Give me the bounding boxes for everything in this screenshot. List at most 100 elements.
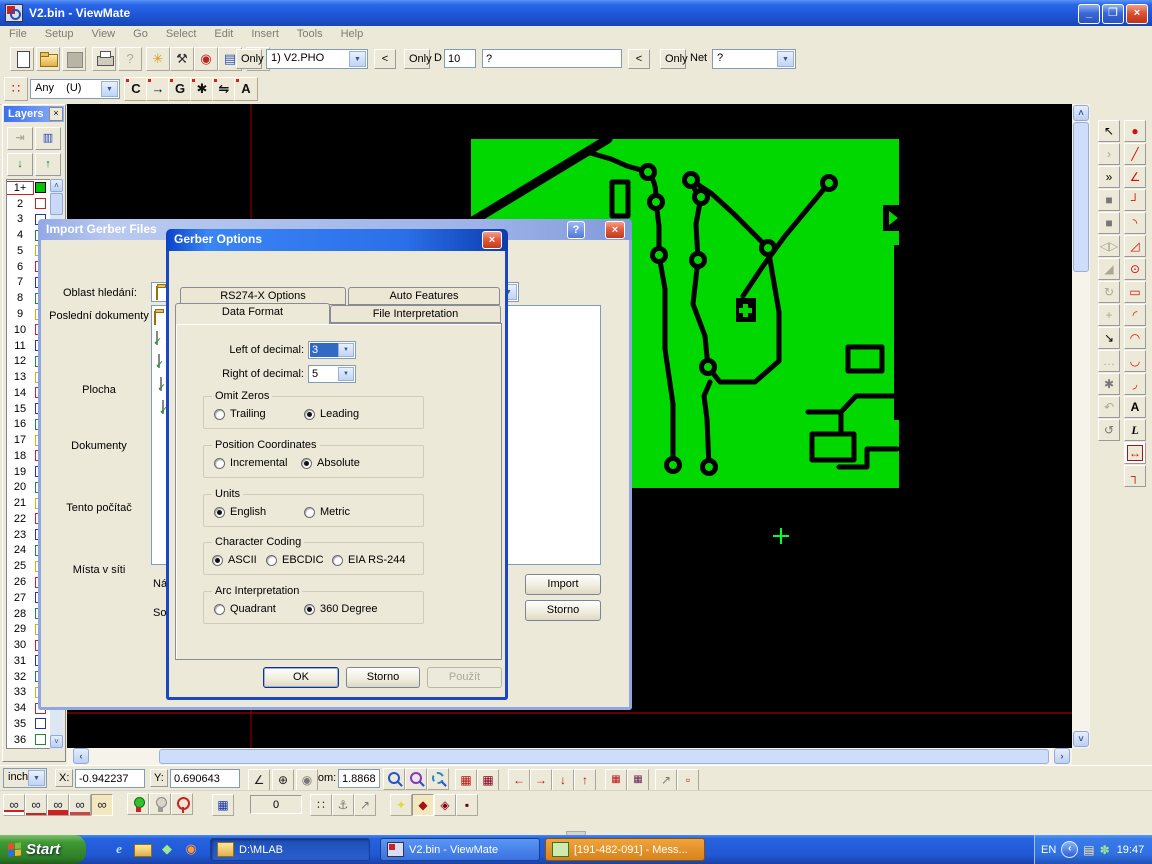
save-icon[interactable]	[62, 47, 86, 71]
grid-icon[interactable]: ▦	[477, 769, 499, 791]
highlight-outline-icon[interactable]	[171, 793, 193, 815]
chevron-down-icon[interactable]: ▼	[349, 51, 366, 67]
view-flashes-icon[interactable]: ∞	[47, 794, 69, 816]
layer-select-combo[interactable]: 1) V2.PHO ▼	[266, 49, 368, 69]
gerber-file-icon[interactable]	[156, 331, 158, 345]
view-traces-icon[interactable]: ∞	[69, 794, 91, 816]
step-repeat-tool-icon[interactable]: …	[1098, 350, 1120, 372]
gerber-dialog-titlebar[interactable]: Gerber Options	[166, 229, 508, 251]
pad-flash-tool-icon[interactable]: ●	[1124, 120, 1146, 142]
resize-icon[interactable]: ↗	[655, 769, 677, 791]
apply-button[interactable]: Použít	[427, 667, 502, 688]
chevron-down-icon[interactable]: ▼	[338, 343, 354, 357]
angle-icon[interactable]: ∠	[248, 769, 270, 791]
grid-origin-icon[interactable]: ▦	[455, 769, 477, 791]
firefox-icon[interactable]: ◉	[182, 840, 200, 858]
canvas-horizontal-scrollbar[interactable]: ‹ ›	[67, 748, 1072, 765]
arc4-tool-icon[interactable]: ◞	[1124, 373, 1146, 395]
radio-option[interactable]: EIA RS-244	[332, 554, 405, 566]
rotate-tool-icon[interactable]: ↻	[1098, 281, 1120, 303]
place-documents[interactable]: Dokumenty	[47, 438, 151, 452]
scroll-left-icon[interactable]: ‹	[73, 748, 89, 764]
right-of-decimal-combo[interactable]: 5 ▼	[308, 365, 356, 383]
layer-row[interactable]: 1+	[7, 180, 51, 196]
dots-grid-icon[interactable]: ∷	[310, 794, 332, 816]
menu-setup[interactable]: Setup	[36, 26, 83, 42]
y-coordinate[interactable]	[170, 769, 240, 788]
gerber-file-icon[interactable]	[162, 400, 164, 414]
mirror-tool-icon[interactable]: ◁▷	[1098, 235, 1120, 257]
radio-option[interactable]: English	[214, 506, 266, 518]
arc-line-tool-icon[interactable]: ◜	[1124, 304, 1146, 326]
tray-clipboard-icon[interactable]: ▤	[1083, 843, 1094, 857]
layers-scroll-thumb[interactable]	[50, 193, 63, 215]
language-indicator[interactable]: EN	[1041, 844, 1056, 856]
place-network[interactable]: Místa v síti	[47, 562, 151, 576]
radio-option[interactable]: Trailing	[214, 408, 266, 420]
layer-row[interactable]: 35	[7, 716, 51, 732]
only-net-button[interactable]: Only	[660, 49, 686, 69]
horizontal-scroll-thumb[interactable]	[159, 749, 1049, 764]
text-tool-icon[interactable]: A	[1124, 396, 1146, 418]
place-recent-documents[interactable]: Poslední dokumenty	[47, 308, 151, 322]
gerber-file-icon[interactable]	[158, 354, 160, 368]
scroll-down-icon[interactable]: ˅	[1073, 731, 1089, 747]
layer-row[interactable]: 2	[7, 196, 51, 212]
task-explorer[interactable]: D:\MLAB	[210, 838, 370, 861]
anchor-icon[interactable]: ⚓	[332, 794, 354, 816]
aperture-swap-icon[interactable]: ⇋	[212, 77, 236, 101]
zoom-window-icon[interactable]	[405, 768, 427, 790]
aperture-g-icon[interactable]: G	[168, 77, 192, 101]
place-my-computer[interactable]: Tento počítač	[47, 500, 151, 514]
radio-option[interactable]: ASCII	[212, 554, 257, 566]
view-next-icon[interactable]: ▦	[627, 769, 649, 791]
aperture-flash-icon[interactable]: ✱	[190, 77, 214, 101]
folder-shortcut-icon[interactable]	[134, 844, 152, 857]
pan-down-icon[interactable]: ↓	[552, 769, 574, 791]
target-icon[interactable]: ⊕	[272, 769, 294, 791]
restore-button[interactable]: ❐	[1102, 4, 1124, 24]
select-area-icon[interactable]: ▫	[677, 769, 699, 791]
tab-data-format[interactable]: Data Format	[175, 303, 330, 324]
flash-mode2-icon[interactable]: ◆	[412, 794, 434, 816]
radio-option[interactable]: Leading	[304, 408, 359, 420]
outline-text-tool-icon[interactable]: L	[1124, 419, 1146, 441]
scroll-down-icon[interactable]: ˅	[50, 735, 63, 748]
layer-up-icon[interactable]: ↑	[35, 153, 61, 176]
zoom-in-icon[interactable]	[383, 768, 405, 790]
layer-color-swatch[interactable]	[35, 182, 46, 193]
dcode-filter-input[interactable]	[482, 49, 622, 68]
triangle-tool-icon[interactable]: ◿	[1124, 235, 1146, 257]
cancel-button[interactable]: Storno	[525, 600, 601, 621]
view-prev-icon[interactable]: ▦	[605, 769, 627, 791]
aperture-type-combo[interactable]: Any (U) ▼	[30, 79, 120, 99]
tray-app-icon[interactable]: ✽	[1100, 843, 1110, 857]
close-icon[interactable]: ×	[482, 231, 502, 249]
aperture-move-icon[interactable]: →	[146, 77, 170, 101]
layer-color-swatch[interactable]	[35, 198, 46, 209]
print-icon[interactable]	[92, 47, 116, 71]
close-button[interactable]: ×	[1126, 4, 1148, 24]
chevron-down-icon[interactable]: ▼	[28, 770, 45, 786]
settings-gear-icon[interactable]: ✱	[1098, 373, 1120, 395]
redraw-icon[interactable]: ✳	[146, 47, 170, 71]
flash-mode3-icon[interactable]: ◈	[434, 794, 456, 816]
folder-icon[interactable]	[154, 311, 156, 325]
radio-option[interactable]: Incremental	[214, 457, 287, 469]
canvas-vertical-scrollbar[interactable]: ˄ ˅	[1072, 104, 1090, 748]
zoom-value[interactable]	[338, 769, 380, 788]
highlight-on-icon[interactable]	[127, 793, 149, 815]
radio-option[interactable]: Metric	[304, 506, 350, 518]
only-layer-button[interactable]: Only	[236, 49, 262, 69]
net-select-combo[interactable]: ? ▼	[712, 49, 796, 69]
menu-tools[interactable]: Tools	[288, 26, 332, 42]
pan-left-icon[interactable]: ←	[508, 769, 530, 791]
zoom-select-icon[interactable]	[427, 768, 449, 790]
menu-view[interactable]: View	[82, 26, 124, 42]
radio-option[interactable]: EBCDIC	[266, 554, 324, 566]
tab-auto-features[interactable]: Auto Features	[348, 287, 500, 305]
dcode-input[interactable]	[444, 49, 476, 68]
tray-collapse-icon[interactable]: ‹	[1061, 841, 1078, 858]
view-lines-icon[interactable]: ∞	[25, 794, 47, 816]
ie-icon[interactable]: e	[110, 840, 128, 858]
